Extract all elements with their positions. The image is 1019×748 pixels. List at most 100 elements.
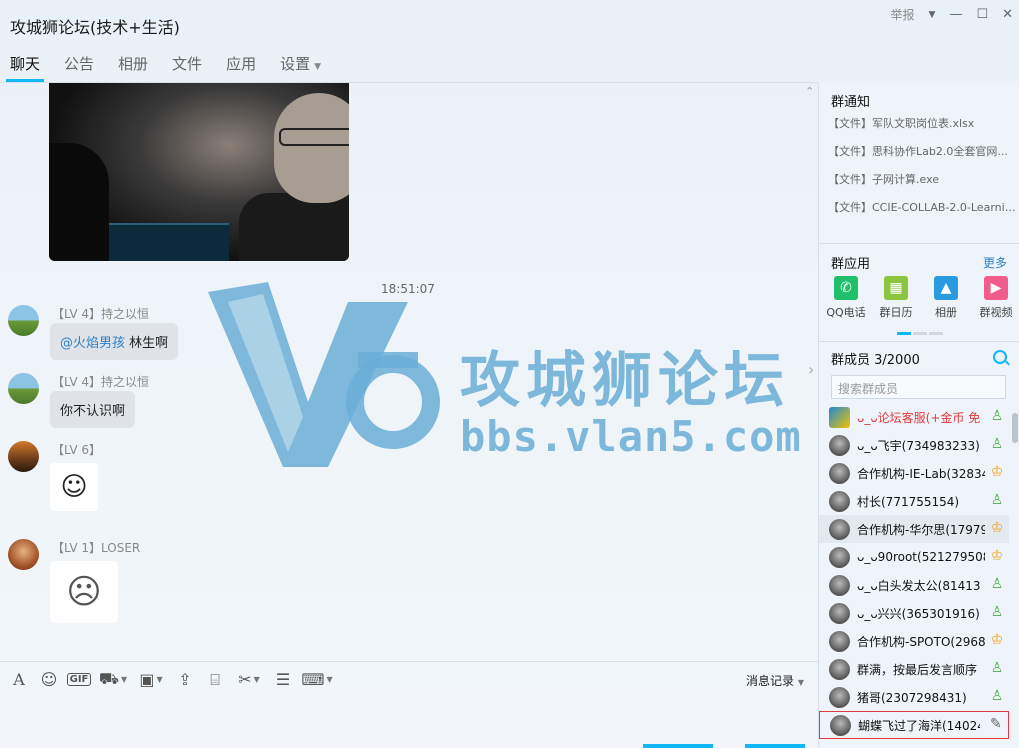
sender-name: 【LV 4】持之以恒 [52,375,150,389]
notice-item[interactable]: 【文件】军队文职岗位表.xlsx [828,115,1016,131]
expand-panel-icon[interactable]: › [808,360,814,379]
tab-chat[interactable]: 聊天 [0,46,50,82]
avatar [829,518,850,540]
video-icon: ▶ [984,276,1008,300]
message-input[interactable] [0,697,818,748]
upload-icon[interactable]: ⇪ [172,667,198,693]
title-bar: 攻城狮论坛(技术+生活) 举报 ▼ — ☐ ✕ [0,0,1019,46]
avatar [829,462,850,484]
close-icon[interactable]: ✕ [1002,7,1013,22]
app-calendar[interactable]: ▦ 群日历 [871,276,921,320]
sender-name: 【LV 4】持之以恒 [52,307,150,321]
tab-apps[interactable]: 应用 [216,46,266,82]
tab-bar: 聊天 公告 相册 文件 应用 设置 ▼ [0,46,335,82]
avatar [829,630,850,652]
notice-item[interactable]: 【文件】子网计算.exe [828,171,1016,187]
message-bubble: 你不认识啊 [50,391,136,428]
apps-title: 群应用 [831,257,871,272]
more-apps-link[interactable]: 更多 [983,254,1007,271]
avatar [829,434,850,456]
scissors-icon[interactable]: ✂ ▼ [232,667,266,693]
sticker-image[interactable]: ☹ [50,561,118,623]
send-options-button[interactable] [745,744,805,748]
mention-link[interactable]: @火焰男孩 [60,336,125,351]
avatar[interactable] [8,539,39,570]
message-history-button[interactable]: 消息记录 ▼ [746,672,804,689]
sticker-image[interactable]: ☺ [50,463,98,511]
more-tools-icon[interactable]: ⌨ ▼ [300,667,334,693]
chevron-down-icon: ▼ [314,62,322,72]
avatar [829,490,850,512]
app-qq-call[interactable]: ✆ QQ电话 [821,276,871,320]
avatar[interactable] [8,441,39,472]
member-item[interactable]: ᴗ_ᴗ兴兴(365301916) ♙ [819,599,1009,627]
calendar-icon: ▦ [884,276,908,300]
admin-role-icon: ♔ [990,632,1004,648]
group-side-panel: 群通知 【文件】军队文职岗位表.xlsx 【文件】思科协作Lab2.0全套官网.… [818,83,1019,748]
avatar [829,574,850,596]
avatar [829,406,850,428]
album-icon: ▲ [934,276,958,300]
search-icon[interactable] [993,350,1007,364]
member-role-icon: ♙ [990,660,1004,676]
shared-image[interactable] [49,83,349,261]
font-icon[interactable]: A [6,667,32,693]
gif-icon[interactable]: GIF [66,667,92,693]
member-item[interactable]: ᴗ_ᴗ飞宇(734983233) ♙ [819,431,1009,459]
admin-role-icon: ♔ [990,548,1004,564]
gift-icon[interactable]: ⌸ [202,667,228,693]
avatar [829,546,850,568]
message-bubble: @火焰男孩 林生啊 [50,323,179,360]
archive-icon[interactable]: ☰ [270,667,296,693]
minimize-icon[interactable]: — [949,7,962,22]
sender-name: 【LV 1】LOSER [52,541,141,555]
emoji-icon[interactable]: ☺ [36,667,62,693]
notice-title: 群通知 [831,95,871,110]
member-item[interactable]: 合作机构-IE-Lab(328344 ♔ [819,459,1009,487]
avatar [829,686,850,708]
report-button[interactable]: 举报 [891,6,915,23]
window-controls: 举报 ▼ — ☐ ✕ [891,6,1014,23]
send-button[interactable] [643,744,713,748]
member-item[interactable]: ᴗ_ᴗ白头发太公(81413 ♙ [819,571,1009,599]
member-list-scrollbar[interactable] [1012,413,1018,443]
members-title: 群成员 3/2000 [831,353,920,368]
member-item[interactable]: 村长(771755154) ♙ [819,487,1009,515]
maximize-icon[interactable]: ☐ [976,7,988,22]
app-video[interactable]: ▶ 群视频 [971,276,1019,320]
avatar [829,658,850,680]
tab-settings[interactable]: 设置 ▼ [270,46,331,82]
admin-role-icon: ♔ [990,464,1004,480]
app-album[interactable]: ▲ 相册 [921,276,971,320]
dropdown-icon[interactable]: ▼ [929,10,936,20]
member-role-icon: ♙ [990,576,1004,592]
member-item[interactable]: ᴗ_ᴗ论坛客服(+金币 免 ♙ [819,403,1009,431]
notice-item[interactable]: 【文件】CCIE-COLLAB-2.0-Learning-... [828,199,1016,215]
member-item[interactable]: 猪哥(2307298431) ♙ [819,683,1009,711]
avatar[interactable] [8,305,39,336]
tab-album[interactable]: 相册 [108,46,158,82]
tab-announcement[interactable]: 公告 [54,46,104,82]
image-icon[interactable]: ▣ ▼ [134,667,168,693]
collapse-icon[interactable]: ⌃ [805,85,814,98]
chat-area[interactable]: 18:51:07 【LV 4】持之以恒 @火焰男孩 林生啊 【LV 4】持之以恒… [0,83,818,661]
notice-item[interactable]: 【文件】思科协作Lab2.0全套官网... [828,143,1016,159]
member-item[interactable]: 群满，按最后发言顺序 ♙ [819,655,1009,683]
divider [819,243,1019,244]
member-item[interactable]: 合作机构-华尔思(17979 ♔ [819,515,1009,543]
member-item[interactable]: ᴗ_ᴗ90root(521279508) ♔ [819,543,1009,571]
member-role-icon: ♙ [990,436,1004,452]
apps-pager[interactable] [897,332,943,335]
member-item[interactable]: 蝴蝶飞过了海洋(140247 [819,711,1009,739]
tab-files[interactable]: 文件 [162,46,212,82]
group-apps: ✆ QQ电话 ▦ 群日历 ▲ 相册 ▶ 群视频 [821,276,1019,320]
member-role-icon: ♙ [990,688,1004,704]
screenshot-icon[interactable]: ⛟ ▼ [96,667,130,693]
member-list[interactable]: ᴗ_ᴗ论坛客服(+金币 免 ♙ ᴗ_ᴗ飞宇(734983233) ♙ 合作机构-IE… [819,403,1009,748]
member-item[interactable]: 合作机构-SPOTO(29682 ♔ [819,627,1009,655]
edit-icon[interactable]: ✎ [990,716,1002,732]
member-role-icon: ♙ [990,604,1004,620]
member-search-input[interactable]: 搜索群成员 [831,375,1006,399]
avatar [830,714,851,736]
avatar[interactable] [8,373,39,404]
